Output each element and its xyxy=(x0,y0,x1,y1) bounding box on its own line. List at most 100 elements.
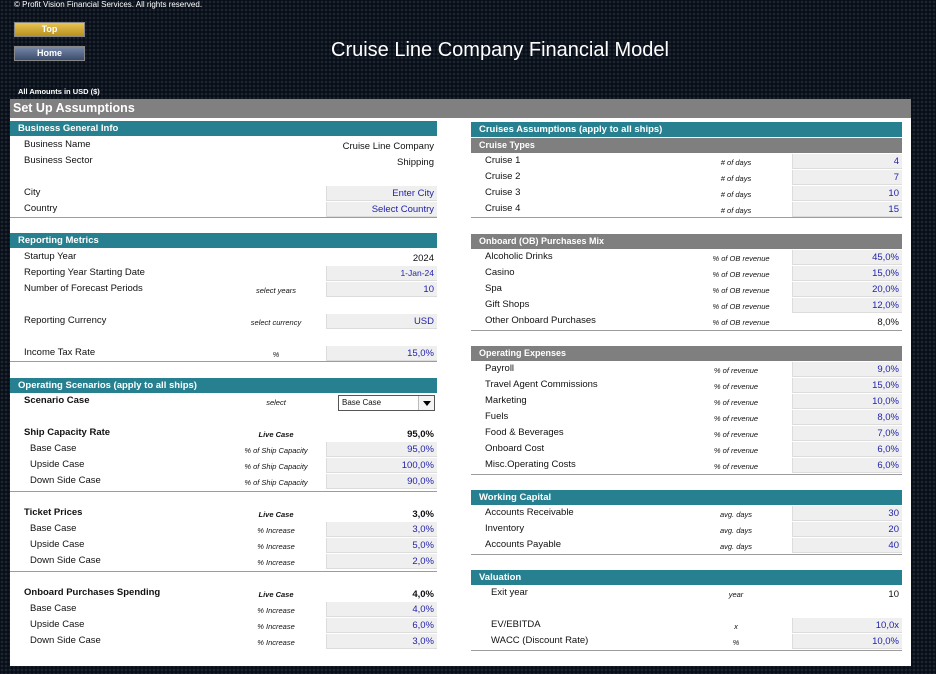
onboard-spending-upside-label: Upside Case xyxy=(30,619,85,630)
ob-spa-input[interactable]: 20,0% xyxy=(792,282,902,297)
divider xyxy=(471,330,902,331)
ob-other-unit: % of OB revenue xyxy=(712,318,770,327)
accounts-receivable-input[interactable]: 30 xyxy=(792,506,902,521)
ship-capacity-live-value: 95,0% xyxy=(407,429,434,440)
opex-payroll-input[interactable]: 9,0% xyxy=(792,362,902,377)
onboard-purchases-mix-header: Onboard (OB) Purchases Mix xyxy=(471,234,902,249)
business-sector-value[interactable]: Shipping xyxy=(326,155,437,170)
opex-misc-label: Misc.Operating Costs xyxy=(485,459,576,470)
ob-gift-shops-input[interactable]: 12,0% xyxy=(792,298,902,313)
startup-year-value[interactable]: 2024 xyxy=(326,251,437,266)
ob-spa-unit: % of OB revenue xyxy=(712,286,770,295)
currency-note: All Amounts in USD ($) xyxy=(18,87,100,96)
reporting-metrics-header: Reporting Metrics xyxy=(10,233,437,248)
ship-capacity-base-input[interactable]: 95,0% xyxy=(326,442,437,457)
income-tax-rate-input[interactable]: 15,0% xyxy=(326,346,437,361)
onboard-spending-label: Onboard Purchases Spending xyxy=(24,587,161,598)
cruise-4-label: Cruise 4 xyxy=(485,203,521,214)
copyright-notice: © Profit Vision Financial Services. All … xyxy=(14,0,203,9)
opex-onboard-cost-input[interactable]: 6,0% xyxy=(792,442,902,457)
onboard-spending-base-label: Base Case xyxy=(30,603,77,614)
ticket-prices-downside-label: Down Side Case xyxy=(30,555,101,566)
opex-fuels-input[interactable]: 8,0% xyxy=(792,410,902,425)
onboard-spending-downside-unit: % Increase xyxy=(257,638,295,647)
exit-year-value[interactable]: 10 xyxy=(792,587,902,602)
cruise-3-unit: # of days xyxy=(720,190,752,199)
accounts-payable-label: Accounts Payable xyxy=(485,539,562,550)
opex-payroll-label: Payroll xyxy=(485,363,515,374)
cruise-1-days-input[interactable]: 4 xyxy=(792,154,902,169)
divider xyxy=(10,217,437,218)
onboard-spending-upside-input[interactable]: 6,0% xyxy=(326,618,437,633)
wacc-input[interactable]: 10,0% xyxy=(792,634,902,649)
opex-fuels-label: Fuels xyxy=(485,411,509,422)
opex-misc-unit: % of revenue xyxy=(713,462,759,471)
divider xyxy=(471,474,902,475)
cruise-2-unit: # of days xyxy=(720,174,752,183)
ob-gift-shops-label: Gift Shops xyxy=(485,299,530,310)
ob-other-label: Other Onboard Purchases xyxy=(485,315,596,326)
onboard-spending-live-value: 4,0% xyxy=(412,589,434,600)
forecast-periods-input[interactable]: 10 xyxy=(326,282,437,297)
opex-marketing-input[interactable]: 10,0% xyxy=(792,394,902,409)
accounts-payable-input[interactable]: 40 xyxy=(792,538,902,553)
cruise-2-days-input[interactable]: 7 xyxy=(792,170,902,185)
opex-onboard-cost-label: Onboard Cost xyxy=(485,443,545,454)
city-input[interactable]: Enter City xyxy=(326,186,437,201)
onboard-spending-base-input[interactable]: 4,0% xyxy=(326,602,437,617)
accounts-receivable-unit: avg. days xyxy=(719,510,753,519)
opex-marketing-label: Marketing xyxy=(485,395,527,406)
ob-casino-unit: % of OB revenue xyxy=(712,270,770,279)
onboard-spending-downside-input[interactable]: 3,0% xyxy=(326,634,437,649)
opex-onboard-cost-unit: % of revenue xyxy=(713,446,759,455)
ob-casino-input[interactable]: 15,0% xyxy=(792,266,902,281)
cruise-types-header: Cruise Types xyxy=(471,138,902,153)
opex-misc-input[interactable]: 6,0% xyxy=(792,458,902,473)
working-capital-header: Working Capital xyxy=(471,490,902,505)
forecast-periods-label: Number of Forecast Periods xyxy=(24,283,143,294)
ticket-prices-upside-input[interactable]: 5,0% xyxy=(326,538,437,553)
income-tax-rate-unit: % xyxy=(272,350,280,359)
reporting-start-date-input[interactable]: 1-Jan-24 xyxy=(326,266,437,281)
ob-alcoholic-drinks-unit: % of OB revenue xyxy=(712,254,770,263)
inventory-input[interactable]: 20 xyxy=(792,522,902,537)
cruise-3-label: Cruise 3 xyxy=(485,187,521,198)
assumptions-sheet: Set Up Assumptions Business General Info… xyxy=(10,99,911,666)
opex-travel-agent-input[interactable]: 15,0% xyxy=(792,378,902,393)
startup-year-label: Startup Year xyxy=(24,251,77,262)
cruise-3-days-input[interactable]: 10 xyxy=(792,186,902,201)
onboard-spending-live-case-unit: Live Case xyxy=(258,590,294,599)
opex-payroll-unit: % of revenue xyxy=(713,366,759,375)
scenario-case-select[interactable]: Base Case xyxy=(338,395,435,411)
onboard-spending-downside-label: Down Side Case xyxy=(30,635,101,646)
exit-year-label: Exit year xyxy=(491,587,528,598)
ship-capacity-upside-input[interactable]: 100,0% xyxy=(326,458,437,473)
opex-travel-agent-unit: % of revenue xyxy=(713,382,759,391)
onboard-spending-upside-unit: % Increase xyxy=(257,622,295,631)
top-button[interactable]: Top xyxy=(14,22,85,37)
home-button[interactable]: Home xyxy=(14,46,85,61)
ticket-prices-label: Ticket Prices xyxy=(24,507,83,518)
chevron-down-icon[interactable] xyxy=(418,396,434,410)
scenario-case-selected: Base Case xyxy=(342,398,382,407)
cruise-4-days-input[interactable]: 15 xyxy=(792,202,902,217)
wacc-label: WACC (Discount Rate) xyxy=(491,635,589,646)
divider xyxy=(471,554,902,555)
reporting-currency-input[interactable]: USD xyxy=(326,314,437,329)
business-name-value[interactable]: Cruise Line Company xyxy=(326,139,437,154)
cruises-assumptions-header: Cruises Assumptions (apply to all ships) xyxy=(471,122,902,137)
ob-alcoholic-drinks-input[interactable]: 45,0% xyxy=(792,250,902,265)
ticket-prices-live-case-unit: Live Case xyxy=(258,510,294,519)
ship-capacity-downside-input[interactable]: 90,0% xyxy=(326,474,437,489)
ob-alcoholic-drinks-label: Alcoholic Drinks xyxy=(485,251,553,262)
ship-capacity-downside-label: Down Side Case xyxy=(30,475,101,486)
ev-ebitda-input[interactable]: 10,0x xyxy=(792,618,902,633)
country-input[interactable]: Select Country xyxy=(326,202,437,217)
ticket-prices-downside-input[interactable]: 2,0% xyxy=(326,554,437,569)
ticket-prices-base-input[interactable]: 3,0% xyxy=(326,522,437,537)
operating-expenses-header: Operating Expenses xyxy=(471,346,902,361)
ev-ebitda-unit: x xyxy=(734,622,738,631)
opex-food-beverages-input[interactable]: 7,0% xyxy=(792,426,902,441)
business-name-label: Business Name xyxy=(24,139,91,150)
opex-food-beverages-unit: % of revenue xyxy=(713,430,759,439)
